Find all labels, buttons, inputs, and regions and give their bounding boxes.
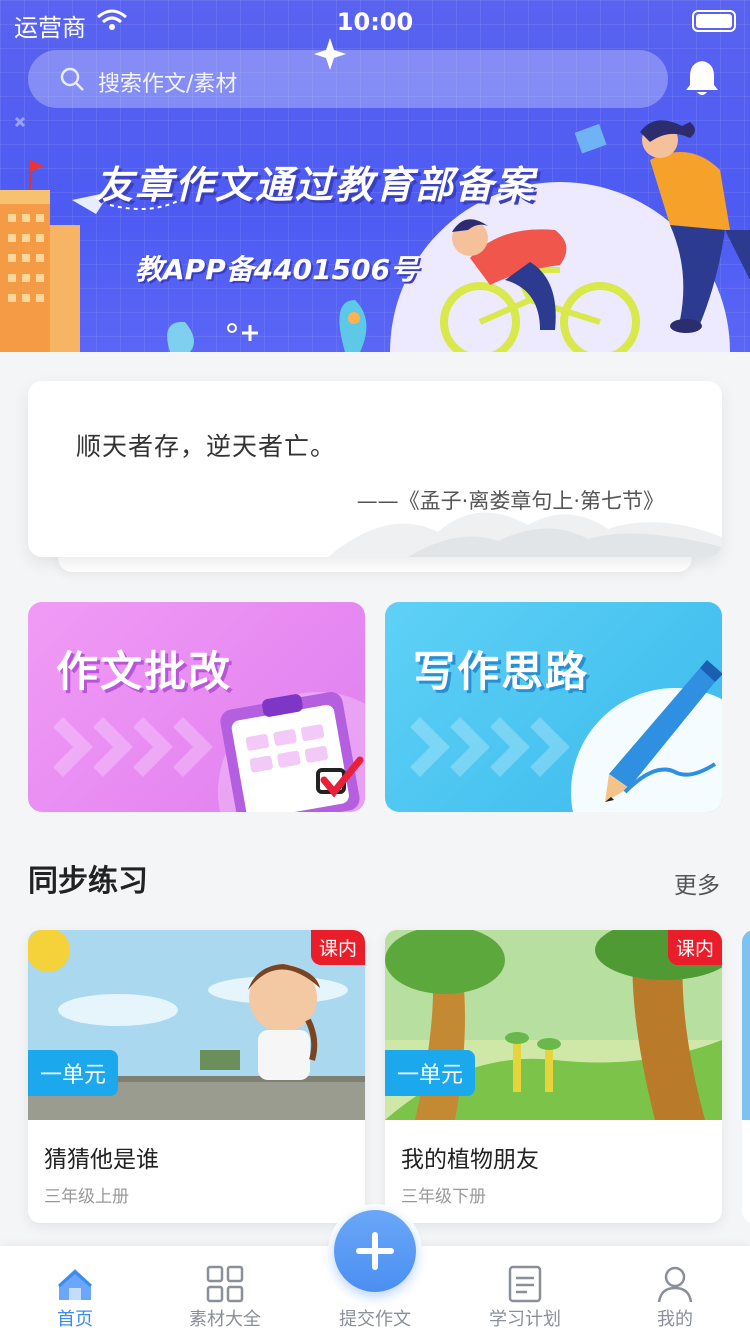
user-icon [657, 1266, 693, 1303]
lesson-card[interactable]: 课内 一单元 猜猜他是谁 三年级上册 [28, 930, 365, 1223]
banner-title: 友章作文通过教育部备案 [95, 163, 536, 207]
lesson-title: 猜猜他是谁 [44, 1147, 159, 1173]
unit-tag: 一单元 [385, 1050, 476, 1096]
tab-plan[interactable]: 学习计划 [450, 1246, 600, 1334]
more-link[interactable]: 更多 [674, 866, 720, 900]
tab-materials-label: 素材大全 [189, 1309, 261, 1330]
banner-subtitle: 教APP备4401506号 [135, 253, 419, 286]
tab-profile[interactable]: 我的 [600, 1246, 750, 1334]
essay-correction-label: 作文批改 [56, 647, 233, 696]
bell-icon[interactable] [684, 58, 720, 98]
unit-tag: 一单元 [28, 1050, 119, 1096]
submit-essay-button[interactable] [334, 1210, 416, 1292]
search-placeholder: 搜索作文/素材 [98, 72, 238, 97]
tab-submit-label: 提交作文 [339, 1309, 411, 1330]
pen-icon [410, 660, 722, 812]
tab-plan-label: 学习计划 [489, 1309, 561, 1330]
in-class-badge: 课内 [310, 930, 365, 965]
plan-icon [508, 1265, 542, 1303]
tab-home-label: 首页 [57, 1309, 93, 1330]
quote-card[interactable]: 顺天者存，逆天者亡。 ——《孟子·离娄章句上·第七节》 [28, 381, 722, 557]
next-lesson-card-peek[interactable] [742, 930, 750, 1223]
essay-correction-card[interactable]: 作文批改 [28, 602, 365, 812]
lesson-grade: 三年级下册 [401, 1187, 486, 1207]
plus-icon [356, 1232, 394, 1270]
in-class-badge: 课内 [667, 930, 722, 965]
grid-icon [206, 1265, 244, 1303]
battery-icon [692, 10, 736, 32]
search-icon [60, 67, 84, 91]
lesson-card[interactable]: 课内 一单元 我的植物朋友 三年级下册 [385, 930, 722, 1223]
home-icon [58, 1269, 92, 1300]
hero-banner[interactable]: 运营商 10:00 搜索作文/素材 友章作文通过教育部备案 教APP备44015… [0, 0, 750, 352]
writing-ideas-label: 写作思路 [413, 647, 590, 696]
clipboard-icon [53, 692, 365, 812]
lesson-grade: 三年级上册 [44, 1187, 129, 1207]
search-bar[interactable]: 搜索作文/素材 [28, 50, 668, 108]
writing-ideas-card[interactable]: 写作思路 [385, 602, 722, 812]
tab-materials[interactable]: 素材大全 [150, 1246, 300, 1334]
lesson-title: 我的植物朋友 [401, 1147, 539, 1173]
tab-profile-label: 我的 [657, 1309, 693, 1330]
status-time: 10:00 [336, 8, 414, 36]
tab-home[interactable]: 首页 [0, 1246, 150, 1334]
status-bar: 运营商 10:00 [0, 0, 750, 42]
quote-source: ——《孟子·离娄章句上·第七节》 [356, 489, 664, 513]
section-title: 同步练习 [28, 864, 148, 899]
quote-text: 顺天者存，逆天者亡。 [76, 432, 337, 461]
